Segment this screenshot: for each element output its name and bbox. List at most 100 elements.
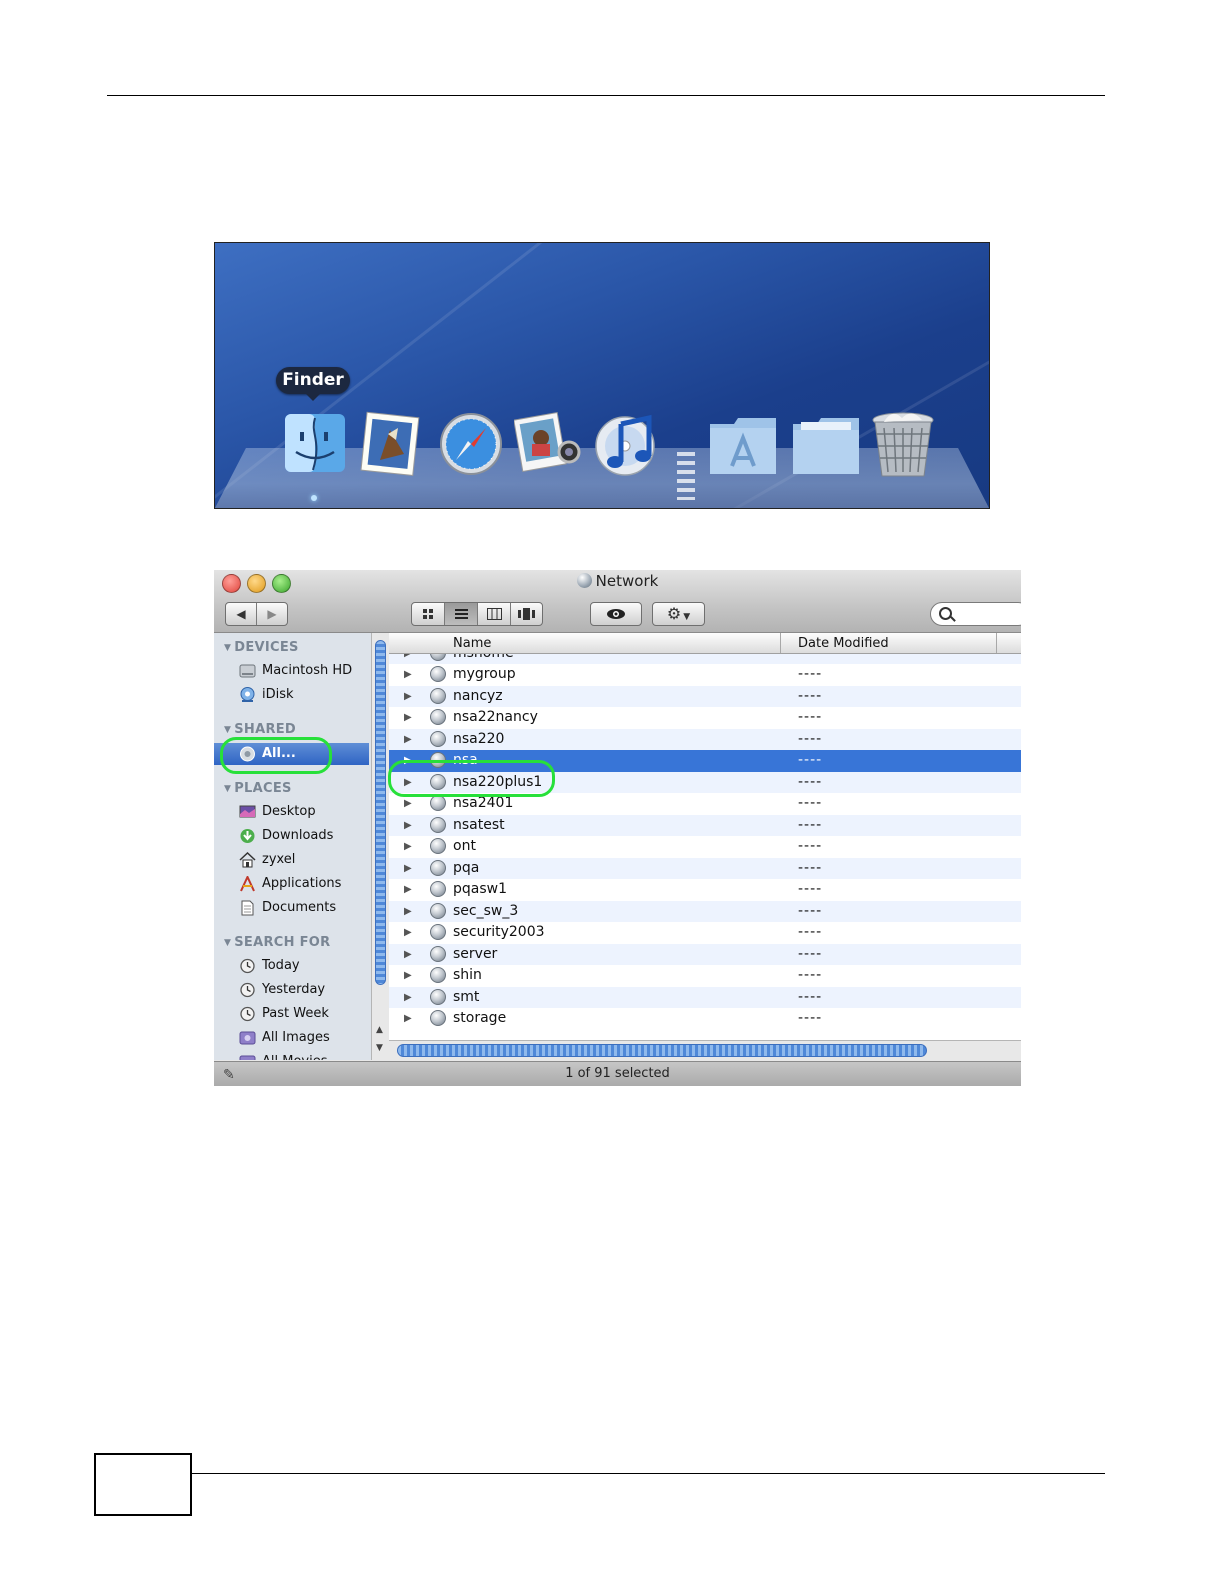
- disclosure-triangle-icon[interactable]: ▶: [404, 987, 412, 1008]
- horizontal-scroll-thumb[interactable]: [397, 1044, 927, 1057]
- column-header-name[interactable]: Name: [453, 636, 491, 651]
- trash-icon[interactable]: [870, 410, 936, 477]
- sidebar-scroll-thumb[interactable]: [375, 640, 386, 985]
- disclosure-triangle-icon[interactable]: ▶: [404, 1008, 412, 1029]
- documents-icon: [241, 900, 254, 916]
- sidebar-item-idisk[interactable]: iDisk: [214, 684, 369, 706]
- sidebar-scrollbar[interactable]: ▲ ▼: [371, 633, 389, 1060]
- clock-icon: [240, 1006, 255, 1022]
- documents-folder-icon[interactable]: [791, 414, 859, 480]
- table-row[interactable]: ▶ nsa2401 ----: [389, 793, 1021, 815]
- row-date-modified: ----: [798, 773, 823, 790]
- disclosure-triangle-icon[interactable]: ▶: [404, 729, 412, 750]
- network-icon: [240, 746, 255, 762]
- iphoto-icon[interactable]: [513, 410, 581, 476]
- row-name: storage: [453, 1010, 507, 1026]
- table-row[interactable]: ▶ sec_sw_3 ----: [389, 900, 1021, 922]
- list-view-button[interactable]: [445, 603, 478, 625]
- chevron-down-icon: ▼: [683, 612, 691, 622]
- table-row[interactable]: ▶ pqa ----: [389, 857, 1021, 879]
- table-row-selected[interactable]: ▶ nsa ----: [389, 750, 1021, 772]
- finder-icon[interactable]: [282, 410, 348, 476]
- disclosure-triangle-icon[interactable]: ▶: [404, 686, 412, 707]
- row-name: shin: [453, 967, 482, 983]
- sidebar-item-all-shared[interactable]: All...: [214, 743, 369, 765]
- sidebar-section-search-for[interactable]: ▼ SEARCH FOR: [224, 935, 330, 950]
- search-field[interactable]: [930, 602, 1021, 626]
- disclosure-triangle-icon[interactable]: ▶: [404, 815, 412, 836]
- disclosure-triangle-icon[interactable]: ▶: [404, 879, 412, 900]
- action-menu-button[interactable]: ⚙ ▼: [652, 602, 705, 626]
- column-view-icon: [486, 608, 502, 620]
- row-date-modified: ----: [798, 687, 823, 704]
- quick-look-button[interactable]: [590, 602, 642, 626]
- itunes-icon[interactable]: [591, 410, 657, 476]
- back-button[interactable]: ◀: [226, 603, 257, 625]
- safari-icon[interactable]: [438, 410, 504, 476]
- disclosure-triangle-icon[interactable]: ▶: [404, 922, 412, 943]
- table-row[interactable]: ▶ storage ----: [389, 1008, 1021, 1030]
- disclosure-triangle-icon[interactable]: ▶: [404, 836, 412, 857]
- scroll-down-arrow-icon[interactable]: ▼: [376, 1043, 383, 1053]
- footer-rule: [192, 1473, 1105, 1474]
- table-row[interactable]: ▶ nsa22nancy ----: [389, 707, 1021, 729]
- downloads-icon: [240, 829, 255, 843]
- finder-window: Network ◀ ▶ ⚙ ▼ ▼ DEVICES Macintosh HD i…: [214, 570, 1021, 1086]
- table-row[interactable]: ▶ nsa220plus1 ----: [389, 771, 1021, 793]
- table-row[interactable]: ▶ nsatest ----: [389, 814, 1021, 836]
- images-icon: [239, 1031, 256, 1045]
- table-row[interactable]: ▶ nsa220 ----: [389, 728, 1021, 750]
- table-row[interactable]: ▶ security2003 ----: [389, 922, 1021, 944]
- eye-icon: [607, 609, 625, 619]
- column-divider[interactable]: [996, 633, 997, 653]
- sidebar-item-today[interactable]: Today: [214, 955, 369, 977]
- column-view-button[interactable]: [478, 603, 511, 625]
- sidebar-item-past-week[interactable]: Past Week: [214, 1003, 369, 1025]
- row-name: ont: [453, 838, 476, 854]
- disclosure-triangle-icon[interactable]: ▶: [404, 707, 412, 728]
- row-date-modified: ----: [798, 795, 823, 811]
- row-date-modified: ----: [798, 666, 823, 682]
- disclosure-triangle-icon[interactable]: ▶: [404, 793, 412, 814]
- sidebar-item-downloads[interactable]: Downloads: [214, 825, 369, 847]
- sidebar-item-macintosh-hd[interactable]: Macintosh HD: [214, 660, 369, 682]
- scroll-up-arrow-icon[interactable]: ▲: [376, 1025, 383, 1035]
- table-row[interactable]: ▶ smt ----: [389, 986, 1021, 1008]
- sidebar-section-shared[interactable]: ▼ SHARED: [224, 722, 296, 737]
- icon-view-icon: [423, 609, 433, 619]
- disclosure-triangle-icon[interactable]: ▶: [404, 664, 412, 685]
- sidebar-item-all-movies[interactable]: All Movies: [214, 1051, 369, 1060]
- sidebar-item-documents[interactable]: Documents: [214, 897, 369, 919]
- sidebar-item-yesterday[interactable]: Yesterday: [214, 979, 369, 1001]
- disclosure-triangle-icon[interactable]: ▶: [404, 944, 412, 965]
- sidebar-item-home-zyxel[interactable]: zyxel: [214, 849, 369, 871]
- back-forward-control: ◀ ▶: [225, 602, 288, 626]
- table-row[interactable]: ▶ pqasw1 ----: [389, 879, 1021, 901]
- disclosure-triangle-icon[interactable]: ▶: [404, 858, 412, 879]
- sidebar-item-applications[interactable]: Applications: [214, 873, 369, 895]
- applications-folder-icon[interactable]: [708, 414, 776, 480]
- sidebar-item-all-images[interactable]: All Images: [214, 1027, 369, 1049]
- sidebar-item-desktop[interactable]: Desktop: [214, 801, 369, 823]
- sidebar-section-devices[interactable]: ▼ DEVICES: [224, 640, 299, 655]
- disclosure-triangle-icon[interactable]: ▶: [404, 772, 412, 793]
- table-row[interactable]: ▶ shin ----: [389, 965, 1021, 987]
- column-header-date-modified[interactable]: Date Modified: [798, 636, 889, 651]
- disclosure-triangle-icon[interactable]: ▶: [404, 901, 412, 922]
- mail-icon[interactable]: [358, 410, 424, 476]
- disclosure-triangle-icon[interactable]: ▶: [404, 965, 412, 986]
- cover-flow-button[interactable]: [511, 603, 542, 625]
- sidebar-section-places[interactable]: ▼ PLACES: [224, 781, 292, 796]
- row-name: pqa: [453, 859, 480, 876]
- column-divider[interactable]: [780, 633, 781, 653]
- table-row[interactable]: ▶ server ----: [389, 943, 1021, 965]
- table-row[interactable]: ▶ ont ----: [389, 836, 1021, 858]
- disclosure-triangle-icon[interactable]: ▶: [404, 750, 412, 771]
- table-row[interactable]: ▶ mygroup ----: [389, 664, 1021, 686]
- forward-button[interactable]: ▶: [257, 603, 287, 625]
- network-server-icon: [430, 988, 446, 1005]
- horizontal-scrollbar[interactable]: [389, 1040, 1021, 1060]
- icon-view-button[interactable]: [412, 603, 445, 625]
- network-server-icon: [430, 816, 446, 833]
- table-row[interactable]: ▶ nancyz ----: [389, 685, 1021, 707]
